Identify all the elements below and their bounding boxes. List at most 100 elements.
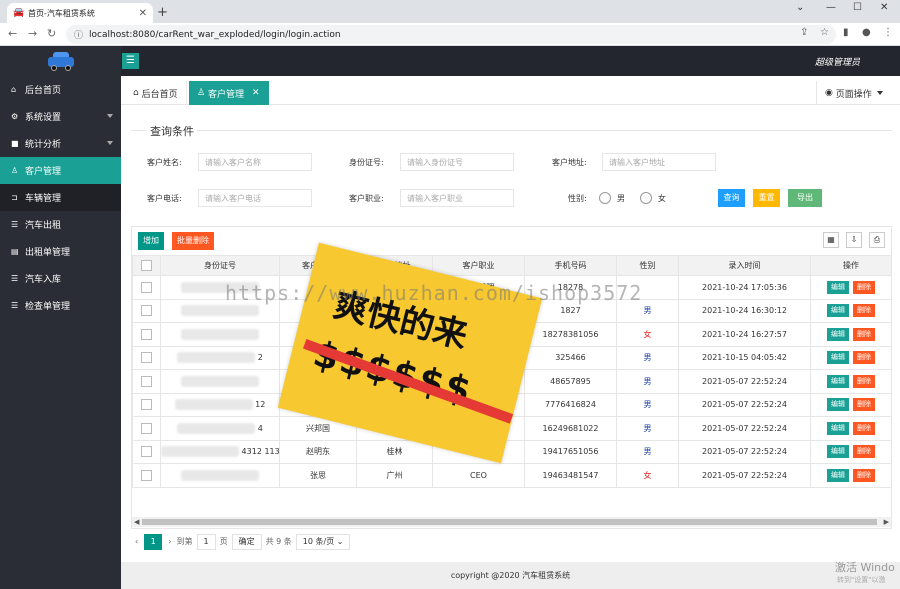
delete-button[interactable]: 删除 — [853, 421, 875, 435]
delete-button[interactable]: 删除 — [853, 280, 875, 294]
row-select-cell[interactable] — [132, 392, 161, 417]
row-checkbox[interactable] — [141, 399, 152, 411]
row-select-cell[interactable] — [132, 439, 161, 464]
header-phone[interactable]: 手机号码 — [524, 255, 617, 276]
star-icon[interactable]: ☆ — [820, 27, 829, 38]
header-gender[interactable]: 性别 — [616, 255, 679, 276]
scrollbar-thumb[interactable] — [142, 519, 877, 525]
header-job[interactable]: 客户职业 — [432, 255, 525, 276]
prev-page-icon[interactable]: ‹ — [135, 537, 138, 546]
row-select-cell[interactable] — [132, 322, 161, 347]
minimize-icon[interactable]: — — [826, 2, 836, 13]
search-button[interactable]: 查询 — [718, 189, 745, 207]
edit-button[interactable]: 编辑 — [827, 468, 849, 482]
forward-icon[interactable]: → — [28, 27, 37, 40]
edit-button[interactable]: 编辑 — [827, 351, 849, 365]
profile-icon[interactable]: ● — [862, 27, 871, 38]
table-row[interactable]: 4312 1132赵明东桂林19417651056男2021-05-07 22:… — [132, 439, 892, 464]
close-icon[interactable]: ✕ — [252, 88, 260, 98]
row-checkbox[interactable] — [141, 469, 152, 481]
sidebar-item-rent-orders[interactable]: ▤ 出租单管理 — [0, 238, 121, 265]
edit-button[interactable]: 编辑 — [827, 374, 849, 388]
delete-button[interactable]: 删除 — [853, 445, 875, 459]
current-page[interactable]: 1 — [144, 533, 163, 550]
sidebar-item-home[interactable]: ⌂ 后台首页 — [0, 76, 121, 103]
delete-button[interactable]: 删除 — [853, 304, 875, 318]
url-input[interactable]: ⓘ localhost:8080/carRent_war_exploded/lo… — [66, 25, 836, 44]
edit-button[interactable]: 编辑 — [827, 327, 849, 341]
reset-button[interactable]: 重置 — [753, 189, 780, 207]
row-checkbox[interactable] — [141, 375, 152, 387]
gender-male-radio[interactable] — [599, 192, 611, 204]
next-page-icon[interactable]: › — [168, 537, 176, 546]
row-select-cell[interactable] — [132, 275, 161, 300]
row-checkbox[interactable] — [141, 352, 152, 364]
batch-delete-button[interactable]: 批量删除 — [172, 232, 214, 250]
select-all-cell[interactable] — [132, 255, 161, 276]
edit-button[interactable]: 编辑 — [827, 280, 849, 294]
sidebar-item-inspections[interactable]: ☰ 检查单管理 — [0, 292, 121, 319]
tab-home[interactable]: ⌂ 后台首页 — [125, 81, 187, 105]
delete-button[interactable]: 删除 — [853, 351, 875, 365]
table-row[interactable]: 张思 广州 CEO 19463481547 女 2021-05-07 22:52:24 编辑… — [132, 463, 892, 488]
delete-button[interactable]: 删除 — [853, 374, 875, 388]
delete-button[interactable]: 删除 — [853, 398, 875, 412]
sidebar-item-stats[interactable]: ■ 统计分析 — [0, 130, 121, 157]
select-all-checkbox[interactable] — [141, 260, 152, 271]
admin-username[interactable]: 超级管理员 — [815, 55, 860, 68]
sidebar-item-settings[interactable]: ⚙ 系统设置 — [0, 103, 121, 130]
chevron-down-icon[interactable]: ⌄ — [796, 2, 804, 13]
header-time[interactable]: 录入时间 — [678, 255, 811, 276]
tab-customers[interactable]: ♙ 客户管理 ✕ — [189, 81, 269, 105]
gender-female-radio[interactable] — [640, 192, 652, 204]
row-select-cell[interactable] — [132, 369, 161, 394]
menu-toggle-button[interactable]: ☰ — [122, 53, 139, 69]
new-tab-icon[interactable]: + — [157, 5, 168, 20]
row-checkbox[interactable] — [141, 328, 152, 340]
export-button[interactable]: 导出 — [788, 189, 822, 207]
name-input[interactable] — [198, 153, 312, 171]
edit-button[interactable]: 编辑 — [827, 445, 849, 459]
goto-confirm-button[interactable]: 确定 — [231, 533, 262, 550]
edit-button[interactable]: 编辑 — [827, 421, 849, 435]
sidebar-item-return[interactable]: ☰ 汽车入库 — [0, 265, 121, 292]
address-input[interactable] — [602, 153, 716, 171]
edit-button[interactable]: 编辑 — [827, 304, 849, 318]
back-icon[interactable]: ← — [8, 27, 17, 40]
add-button[interactable]: 增加 — [138, 232, 164, 250]
sidebar-item-vehicles[interactable]: ⊐ 车辆管理 — [0, 184, 121, 211]
maximize-icon[interactable]: ☐ — [853, 2, 862, 13]
print-icon[interactable]: ⎙ — [869, 232, 885, 248]
export-icon[interactable]: ⇩ — [846, 232, 862, 248]
row-checkbox[interactable] — [141, 281, 152, 293]
horizontal-scrollbar[interactable]: ◀ ▶ — [132, 517, 891, 527]
row-select-cell[interactable] — [132, 345, 161, 370]
row-checkbox[interactable] — [141, 422, 152, 434]
reload-icon[interactable]: ↻ — [47, 27, 56, 40]
page-size-select[interactable]: 10 条/页 ⌄ — [295, 533, 351, 550]
delete-button[interactable]: 删除 — [853, 327, 875, 341]
row-select-cell[interactable] — [132, 298, 161, 323]
row-select-cell[interactable] — [132, 416, 161, 441]
scroll-left-icon[interactable]: ◀ — [134, 518, 139, 526]
info-icon[interactable]: ⓘ — [74, 28, 83, 41]
phone-input[interactable] — [198, 189, 312, 207]
page-operations-dropdown[interactable]: ◉ 页面操作 — [816, 81, 900, 105]
browser-tab[interactable]: 🚘 首页-汽车租赁系统 ✕ — [7, 3, 153, 23]
header-id[interactable]: 身份证号 — [160, 255, 280, 276]
kebab-menu-icon[interactable]: ⋮ — [883, 27, 893, 38]
id-input[interactable] — [400, 153, 514, 171]
delete-button[interactable]: 删除 — [853, 468, 875, 482]
scroll-right-icon[interactable]: ▶ — [884, 518, 889, 526]
row-checkbox[interactable] — [141, 446, 152, 458]
sidebar-item-customers[interactable]: ♙ 客户管理 — [0, 157, 121, 184]
share-icon[interactable]: ⇪ — [800, 27, 808, 38]
edit-button[interactable]: 编辑 — [827, 398, 849, 412]
sidebar-item-rent[interactable]: ☰ 汽车出租 — [0, 211, 121, 238]
close-window-icon[interactable]: ✕ — [880, 2, 888, 13]
goto-page-input[interactable]: 1 — [196, 533, 216, 550]
row-select-cell[interactable] — [132, 463, 161, 488]
table-row[interactable]: 4兴邦国南宁16249681022男2021-05-07 22:52:24编辑删… — [132, 416, 892, 441]
job-input[interactable] — [400, 189, 514, 207]
row-checkbox[interactable] — [141, 305, 152, 317]
